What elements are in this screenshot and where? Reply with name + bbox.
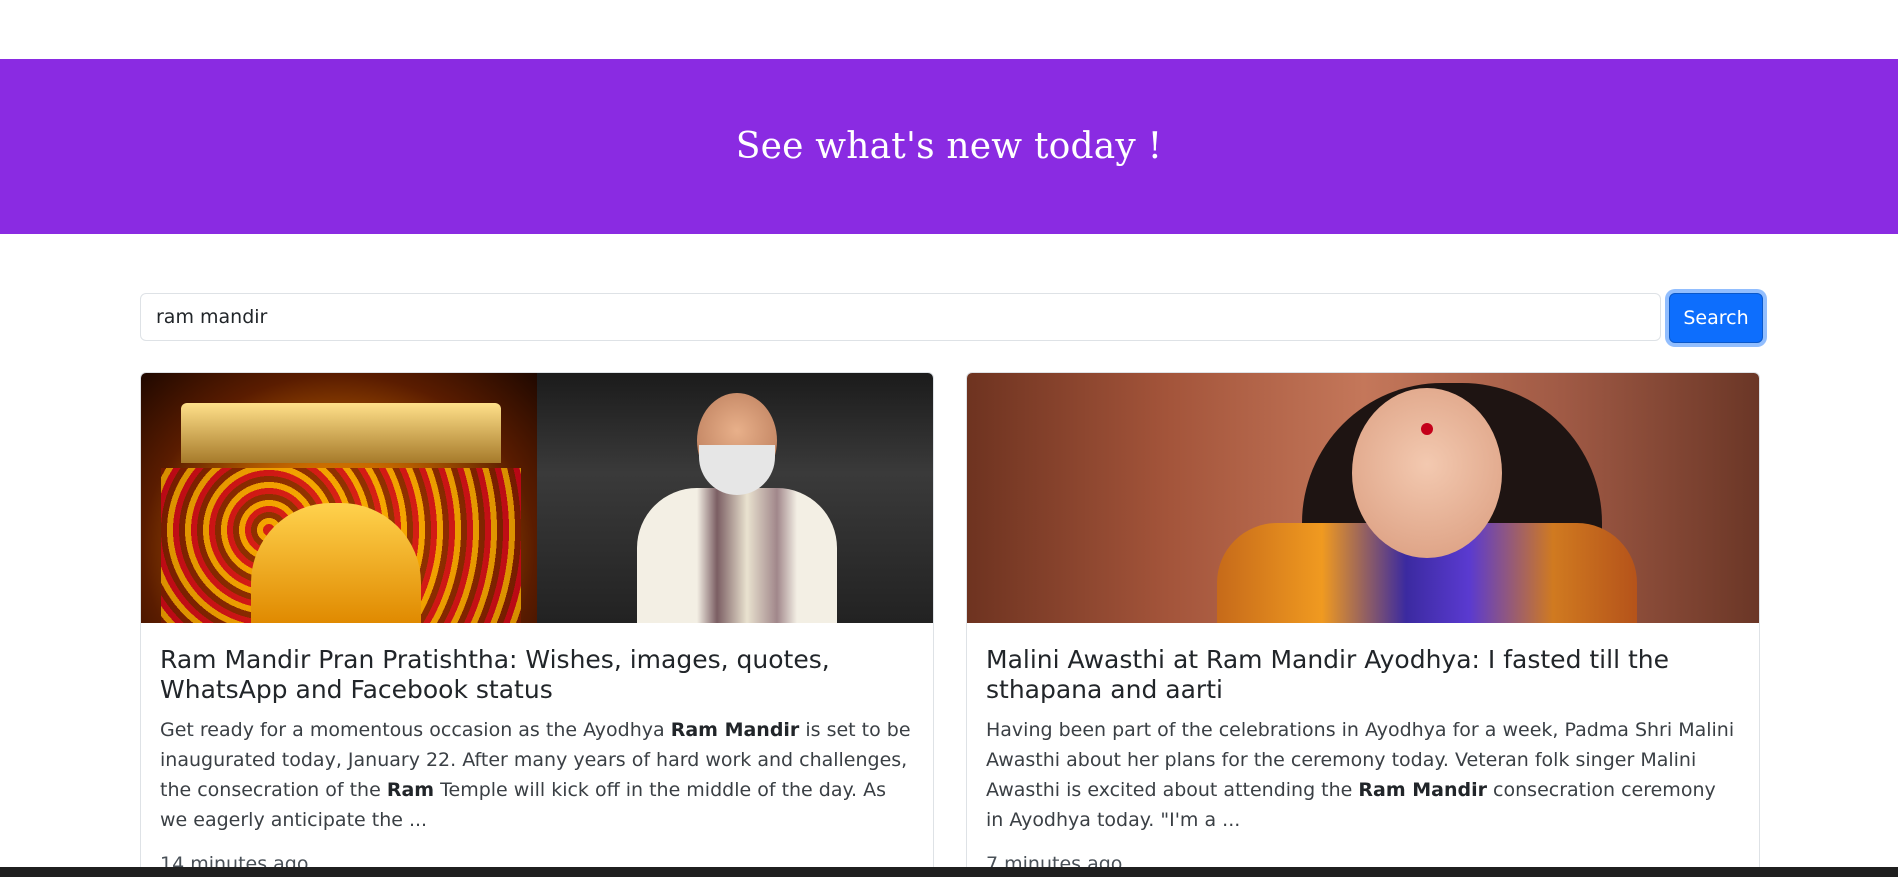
hero-title: See what's new today ! bbox=[735, 126, 1163, 167]
temple-photo bbox=[141, 373, 537, 623]
news-card-body: Malini Awasthi at Ram Mandir Ayodhya: I … bbox=[967, 623, 1759, 875]
news-card-image[interactable] bbox=[141, 373, 933, 623]
news-card-title[interactable]: Malini Awasthi at Ram Mandir Ayodhya: I … bbox=[986, 645, 1739, 705]
news-card-title[interactable]: Ram Mandir Pran Pratishtha: Wishes, imag… bbox=[160, 645, 913, 705]
hero-banner: See what's new today ! bbox=[0, 59, 1898, 234]
search-button[interactable]: Search bbox=[1669, 293, 1763, 343]
taskbar bbox=[0, 867, 1898, 877]
news-card[interactable]: Malini Awasthi at Ram Mandir Ayodhya: I … bbox=[966, 372, 1760, 877]
news-card-snippet: Having been part of the celebrations in … bbox=[986, 719, 1735, 831]
news-card[interactable]: Ram Mandir Pran Pratishtha: Wishes, imag… bbox=[140, 372, 934, 877]
person-photo bbox=[537, 373, 933, 623]
search-input[interactable] bbox=[140, 293, 1661, 341]
news-card-snippet: Get ready for a momentous occasion as th… bbox=[160, 719, 911, 831]
news-card-image[interactable] bbox=[967, 373, 1759, 623]
search-bar: Search bbox=[140, 293, 1763, 343]
woman-photo bbox=[967, 373, 1759, 623]
news-card-body: Ram Mandir Pran Pratishtha: Wishes, imag… bbox=[141, 623, 933, 875]
